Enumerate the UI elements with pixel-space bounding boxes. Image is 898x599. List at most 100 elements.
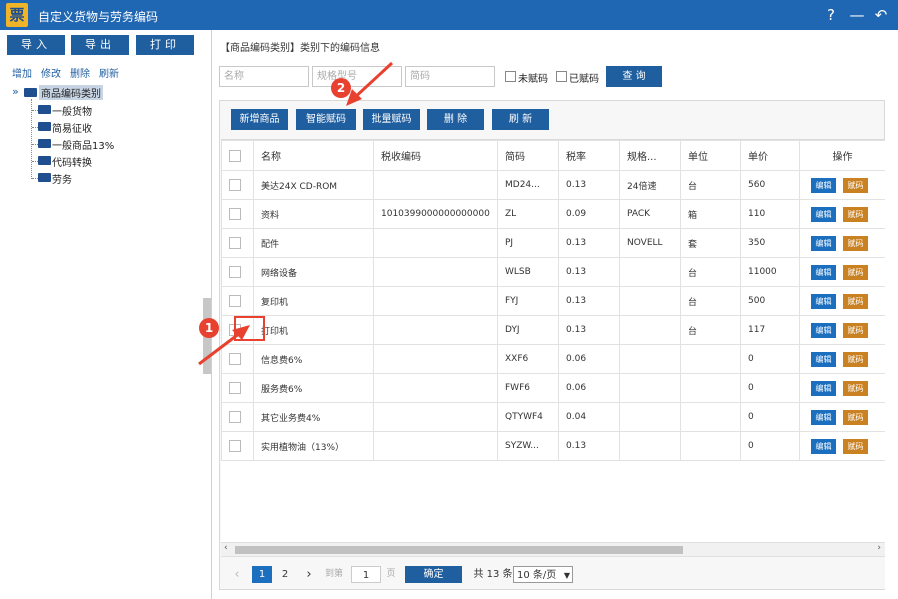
edit-button[interactable]: 编辑 xyxy=(811,438,836,454)
section-title: 【商品编码类别】类别下的编码信息 xyxy=(220,43,380,54)
col-name-header[interactable]: 名称 xyxy=(253,140,374,171)
edit-category-link[interactable]: 修改 xyxy=(41,65,61,80)
query-button[interactable]: 查 询 xyxy=(606,66,662,87)
assign-code-button[interactable]: 赋码 xyxy=(843,351,868,367)
delete-category-link[interactable]: 删除 xyxy=(70,65,90,80)
add-goods-button[interactable]: 新增商品 xyxy=(231,109,288,130)
assign-code-button[interactable]: 赋码 xyxy=(843,380,868,396)
row-checkbox[interactable] xyxy=(229,208,241,220)
assign-code-button[interactable]: 赋码 xyxy=(843,235,868,251)
edit-button[interactable]: 编辑 xyxy=(811,264,836,280)
tree-root-item[interactable]: 商品编码类别 xyxy=(39,85,103,100)
help-button[interactable]: ? xyxy=(822,5,840,25)
col-tax-code-header[interactable]: 税收编码 xyxy=(373,140,498,171)
horizontal-scrollbar[interactable]: ‹ › xyxy=(221,542,885,556)
refresh-category-link[interactable]: 刷新 xyxy=(99,65,119,80)
row-checkbox[interactable] xyxy=(229,440,241,452)
scroll-right-icon[interactable]: › xyxy=(877,543,881,553)
tree-item-simple-levy[interactable]: 简易征收 xyxy=(52,120,92,135)
table-row[interactable]: 实用植物油（13%） SYZW... 0.13 0 编辑 赋码 xyxy=(221,431,885,461)
col-spec-header[interactable]: 规格... xyxy=(619,140,681,171)
category-sidebar: 导入 导出 打印 增加 修改 删除 刷新 » 商品编码类别 一般货物 简易征收 … xyxy=(0,30,212,599)
row-checkbox[interactable] xyxy=(229,179,241,191)
row-checkbox[interactable] xyxy=(229,382,241,394)
next-page-icon[interactable]: › xyxy=(303,566,315,583)
select-all-checkbox[interactable] xyxy=(229,149,241,162)
table-row[interactable]: 其它业务费4% QTYWF4 0.04 0 编辑 赋码 xyxy=(221,402,885,432)
edit-button[interactable]: 编辑 xyxy=(811,206,836,222)
assigned-checkbox[interactable] xyxy=(556,71,567,82)
row-checkbox[interactable] xyxy=(229,353,241,365)
smart-assign-button[interactable]: 智能赋码 xyxy=(296,109,356,130)
assign-code-button[interactable]: 赋码 xyxy=(843,409,868,425)
scrollbar-thumb[interactable] xyxy=(235,546,683,554)
table-row[interactable]: 资料 1010399000000000000 ZL 0.09 PACK 箱 110 编辑 赋码 xyxy=(221,199,885,229)
add-category-link[interactable]: 增加 xyxy=(12,65,32,80)
page-1-button[interactable]: 1 xyxy=(252,566,272,583)
import-button[interactable]: 导入 xyxy=(7,35,65,55)
assign-code-button[interactable]: 赋码 xyxy=(843,293,868,309)
col-abbr-header[interactable]: 简码 xyxy=(497,140,559,171)
assign-code-button[interactable]: 赋码 xyxy=(843,264,868,280)
delete-button[interactable]: 删 除 xyxy=(427,109,484,130)
edit-button[interactable]: 编辑 xyxy=(811,177,836,193)
unassigned-checkbox[interactable] xyxy=(505,71,516,82)
cell-actions: 编辑 赋码 xyxy=(799,373,885,403)
row-checkbox[interactable] xyxy=(229,295,241,307)
cell-name: 服务费6% xyxy=(253,373,374,403)
cell-spec xyxy=(619,431,681,461)
tree-item-general-13[interactable]: 一般商品13% xyxy=(52,137,114,152)
edit-button[interactable]: 编辑 xyxy=(811,293,836,309)
col-rate-header[interactable]: 税率 xyxy=(558,140,620,171)
page-size-select[interactable]: 10 条/页 ▼ xyxy=(513,566,573,583)
table-row[interactable]: 打印机 DYJ 0.13 台 117 编辑 赋码 xyxy=(221,315,885,345)
batch-assign-button[interactable]: 批量赋码 xyxy=(363,109,420,130)
back-button[interactable]: ↶ xyxy=(872,5,890,25)
cell-actions: 编辑 赋码 xyxy=(799,315,885,345)
collapse-toggle-icon[interactable]: » xyxy=(12,85,19,98)
edit-button[interactable]: 编辑 xyxy=(811,235,836,251)
tree-item-services[interactable]: 劳务 xyxy=(52,171,72,186)
cell-price: 350 xyxy=(740,228,800,258)
goods-panel: 新增商品 智能赋码 批量赋码 删 除 刷 新 名称 税收编码 简码 税率 规格.… xyxy=(219,100,885,590)
assign-code-button[interactable]: 赋码 xyxy=(843,322,868,338)
name-search-input[interactable] xyxy=(219,66,309,87)
assign-code-button[interactable]: 赋码 xyxy=(843,206,868,222)
folder-icon xyxy=(38,173,51,182)
row-checkbox[interactable] xyxy=(229,411,241,423)
table-row[interactable]: 复印机 FYJ 0.13 台 500 编辑 赋码 xyxy=(221,286,885,316)
prev-page-icon[interactable]: ‹ xyxy=(231,566,243,583)
col-price-header[interactable]: 单价 xyxy=(740,140,800,171)
tree-item-general-goods[interactable]: 一般货物 xyxy=(52,103,92,118)
refresh-button[interactable]: 刷 新 xyxy=(492,109,549,130)
spec-search-input[interactable] xyxy=(312,66,402,87)
page-size-value: 10 条/页 xyxy=(517,570,557,581)
confirm-button[interactable]: 确定 xyxy=(405,566,462,583)
minimize-button[interactable]: — xyxy=(848,5,866,25)
assign-code-button[interactable]: 赋码 xyxy=(843,438,868,454)
cell-unit: 箱 xyxy=(680,199,741,229)
table-row[interactable]: 信息费6% XXF6 0.06 0 编辑 赋码 xyxy=(221,344,885,374)
folder-icon xyxy=(38,105,51,114)
edit-button[interactable]: 编辑 xyxy=(811,409,836,425)
edit-button[interactable]: 编辑 xyxy=(811,351,836,367)
cell-actions: 编辑 赋码 xyxy=(799,402,885,432)
scroll-left-icon[interactable]: ‹ xyxy=(224,543,228,553)
table-row[interactable]: 网络设备 WLSB 0.13 台 11000 编辑 赋码 xyxy=(221,257,885,287)
table-row[interactable]: 服务费6% FWF6 0.06 0 编辑 赋码 xyxy=(221,373,885,403)
row-checkbox[interactable] xyxy=(229,237,241,249)
edit-button[interactable]: 编辑 xyxy=(811,380,836,396)
edit-button[interactable]: 编辑 xyxy=(811,322,836,338)
page-2-button[interactable]: 2 xyxy=(277,566,293,583)
row-checkbox[interactable] xyxy=(229,266,241,278)
print-button[interactable]: 打印 xyxy=(136,35,194,55)
abbr-search-input[interactable] xyxy=(405,66,495,87)
goto-page-input[interactable]: 1 xyxy=(351,566,381,583)
export-button[interactable]: 导出 xyxy=(71,35,129,55)
col-unit-header[interactable]: 单位 xyxy=(680,140,741,171)
table-row[interactable]: 美达24X CD-ROM MD24... 0.13 24倍速台 560 编辑 赋码 xyxy=(221,170,885,200)
goto-label: 到第 xyxy=(324,569,343,579)
assign-code-button[interactable]: 赋码 xyxy=(843,177,868,193)
tree-item-code-convert[interactable]: 代码转换 xyxy=(52,154,92,169)
table-row[interactable]: 配件 PJ 0.13 NOVELL 套 350 编辑 赋码 xyxy=(221,228,885,258)
